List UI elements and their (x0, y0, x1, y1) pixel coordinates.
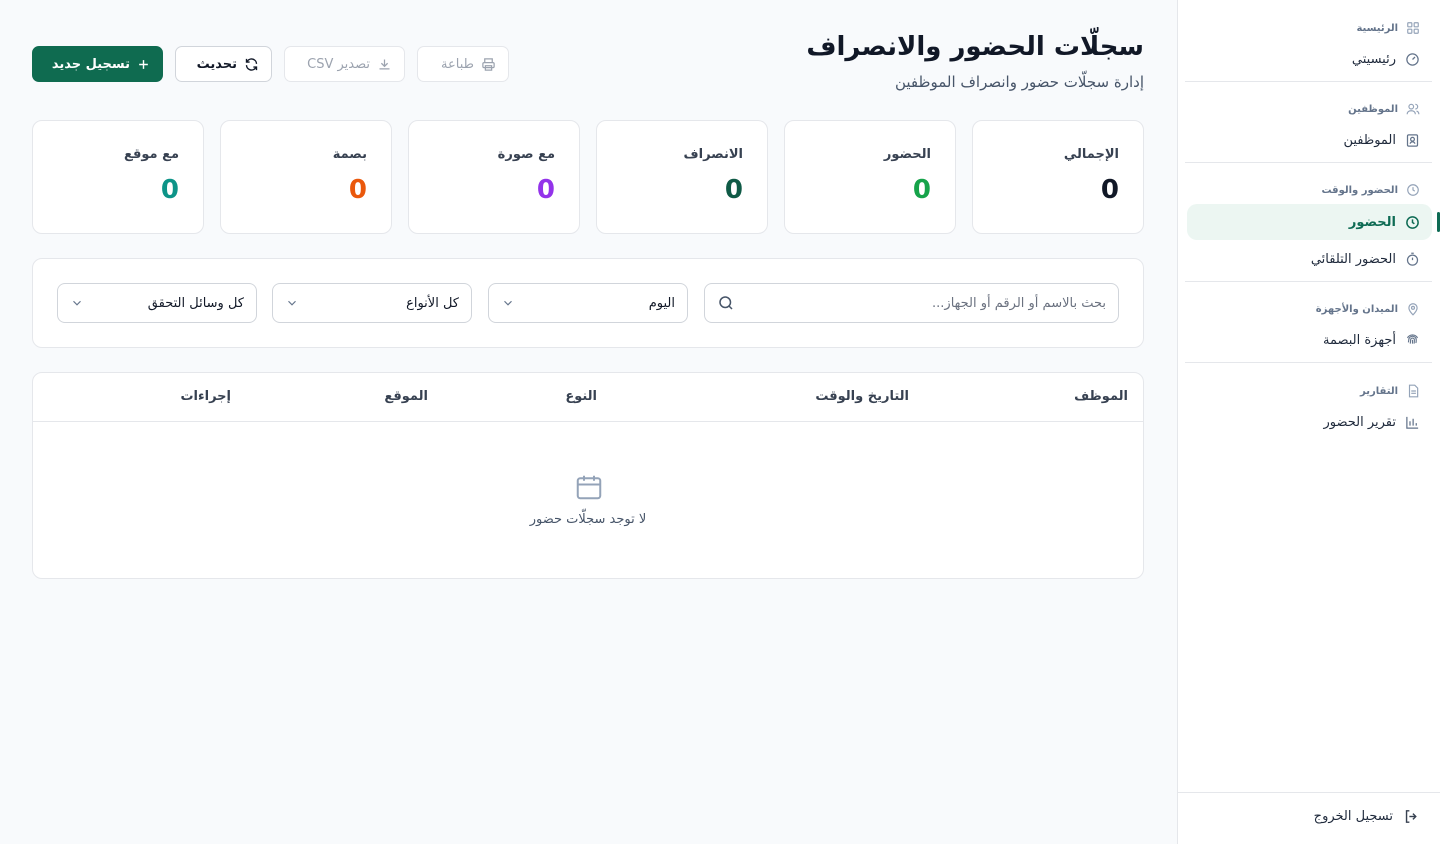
sidebar-divider (1185, 281, 1432, 282)
sidebar-item-my-home[interactable]: رئيسيتي (1187, 41, 1432, 77)
gauge-icon (1405, 52, 1420, 67)
search-icon (717, 294, 735, 312)
sidebar-section-label: التقارير (1360, 385, 1398, 397)
stat-value: 0 (536, 175, 555, 205)
download-icon (377, 57, 392, 72)
chevron-down-icon (285, 296, 299, 310)
column-header-type: النوع (565, 389, 597, 404)
logout-icon (1403, 808, 1420, 825)
logout-label: تسجيل الخروج (1313, 809, 1393, 824)
sidebar-item-fingerprint-devices[interactable]: أجهزة البصمة (1187, 322, 1432, 358)
clock-icon (1406, 183, 1420, 197)
printer-icon (481, 57, 496, 72)
sidebar-item-label: رئيسيتي (1351, 51, 1396, 67)
stat-card-check-out: الانصراف 0 (596, 120, 768, 234)
search-placeholder: بحث بالاسم أو الرقم أو الجهاز... (932, 295, 1106, 311)
sidebar-item-employees[interactable]: الموظفين (1187, 122, 1432, 158)
verification-method-value: كل وسائل التحقق (147, 295, 244, 311)
stat-value: 0 (348, 175, 367, 205)
sidebar-section-reports: التقارير (1360, 381, 1420, 401)
stat-label: الحضور (883, 147, 931, 162)
bar-chart-icon (1405, 415, 1420, 430)
stat-label: بصمة (332, 147, 367, 162)
stat-value: 0 (160, 175, 179, 205)
new-record-label: تسجيل جديد (51, 56, 130, 72)
stat-card-with-photo: مع صورة 0 (408, 120, 580, 234)
sidebar-item-label: الحضور (1348, 214, 1396, 230)
stat-card-check-in: الحضور 0 (784, 120, 956, 234)
sidebar-section-employees: الموظفين (1348, 99, 1420, 119)
stat-label: الإجمالي (1063, 147, 1119, 162)
sidebar-section-home: الرئيسية (1356, 18, 1420, 38)
map-pin-icon (1406, 302, 1420, 316)
search-input[interactable]: بحث بالاسم أو الرقم أو الجهاز... (704, 283, 1119, 323)
page-title: سجلّات الحضور والانصراف (806, 32, 1144, 62)
sidebar-section-label: الموظفين (1348, 103, 1398, 115)
stat-label: مع صورة (497, 147, 555, 162)
verification-method-select[interactable]: كل وسائل التحقق (57, 283, 257, 323)
stat-card-with-location: مع موقع 0 (32, 120, 204, 234)
plus-icon (137, 58, 150, 71)
date-select-value: اليوم (648, 295, 675, 311)
column-header-actions: إجراءات (180, 389, 231, 404)
stat-label: الانصراف (683, 147, 743, 162)
document-icon (1406, 384, 1420, 398)
stat-value: 0 (1100, 175, 1119, 205)
stat-label: مع موقع (123, 147, 179, 162)
stat-card-total: الإجمالي 0 (972, 120, 1144, 234)
stat-card-fingerprint: بصمة 0 (220, 120, 392, 234)
refresh-icon (244, 57, 259, 72)
export-csv-button[interactable]: تصدير CSV (284, 46, 405, 82)
attendance-table: الموظف التاريخ والوقت النوع الموقع إجراء… (32, 372, 1144, 579)
sidebar-item-attendance-report[interactable]: تقرير الحضور (1187, 404, 1432, 440)
id-badge-icon (1405, 133, 1420, 148)
column-header-location: الموقع (384, 389, 428, 404)
sidebar-section-attendance: الحضور والوقت (1321, 180, 1420, 200)
print-button[interactable]: طباعة (417, 46, 509, 82)
calendar-icon (574, 471, 604, 503)
stats-row: الإجمالي 0 الحضور 0 الانصراف 0 مع صورة 0… (32, 120, 1144, 234)
column-header-employee: الموظف (1074, 389, 1128, 404)
refresh-button[interactable]: تحديث (175, 46, 272, 82)
sidebar-divider (1185, 162, 1432, 163)
sidebar-section-label: الحضور والوقت (1321, 184, 1398, 196)
sidebar-divider (1177, 792, 1440, 793)
sidebar-item-label: تقرير الحضور (1323, 414, 1396, 430)
column-header-datetime: التاريخ والوقت (815, 389, 909, 404)
toolbar: تسجيل جديد تحديث تصدير CSV طباعة (32, 46, 509, 82)
table-header: الموظف التاريخ والوقت النوع الموقع إجراء… (33, 373, 1143, 422)
logout-button[interactable]: تسجيل الخروج (1314, 808, 1420, 825)
stat-value: 0 (912, 175, 931, 205)
refresh-label: تحديث (196, 56, 237, 72)
sidebar-item-label: الموظفين (1343, 132, 1396, 148)
date-select[interactable]: اليوم (488, 283, 688, 323)
sidebar-item-label: أجهزة البصمة (1322, 332, 1396, 348)
sidebar-divider (1185, 362, 1432, 363)
new-record-button[interactable]: تسجيل جديد (32, 46, 163, 82)
chevron-down-icon (70, 296, 84, 310)
type-select[interactable]: كل الأنواع (272, 283, 472, 323)
sidebar-divider (1185, 81, 1432, 82)
sidebar-section-label: الرئيسية (1356, 22, 1398, 34)
sidebar-section-label: الميدان والأجهزة (1315, 303, 1398, 315)
users-icon (1406, 102, 1420, 116)
clock-icon (1405, 215, 1420, 230)
fingerprint-icon (1405, 333, 1420, 348)
type-select-value: كل الأنواع (406, 295, 459, 311)
stat-value: 0 (724, 175, 743, 205)
filters-panel: بحث بالاسم أو الرقم أو الجهاز... اليوم ك… (32, 258, 1144, 348)
sidebar-item-auto-attendance[interactable]: الحضور التلقائي (1187, 241, 1432, 277)
print-label: طباعة (441, 56, 474, 72)
export-csv-label: تصدير CSV (307, 56, 370, 72)
timer-icon (1405, 252, 1420, 267)
page-subtitle: إدارة سجلّات حضور وانصراف الموظفين (894, 73, 1144, 91)
sidebar-section-field: الميدان والأجهزة (1316, 299, 1420, 319)
empty-state-text: لا توجد سجلّات حضور (529, 512, 647, 527)
sidebar-item-attendance[interactable]: الحضور (1187, 204, 1440, 240)
grid-icon (1406, 21, 1420, 35)
chevron-down-icon (501, 296, 515, 310)
sidebar-item-label: الحضور التلقائي (1310, 251, 1396, 267)
sidebar: الرئيسية رئيسيتي الموظفين الموظفين الحضو… (1177, 0, 1440, 844)
